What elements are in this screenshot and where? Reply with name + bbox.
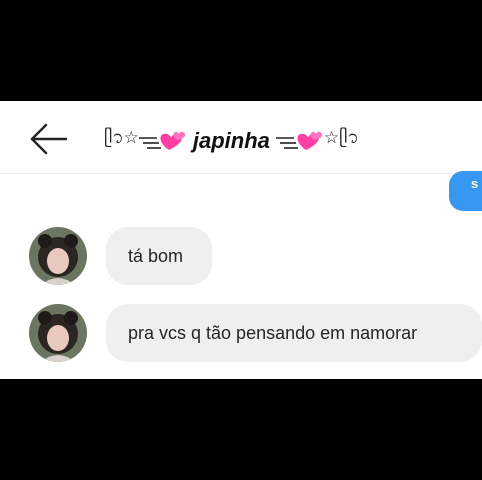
message-bubble[interactable]: pra vcs q tão pensando em namorar	[106, 304, 482, 362]
arrow-left-icon	[30, 123, 68, 155]
chat-screen: ᥫ᭡☆ japinha ☆ᥫ᭡ s tá bom pra vcs q tão p…	[0, 101, 482, 379]
title-deco-left: ᥫ᭡☆	[104, 128, 139, 148]
message-text: pra vcs q tão pensando em namorar	[128, 322, 418, 343]
back-button[interactable]	[26, 119, 70, 159]
flying-hearts-icon	[138, 131, 186, 150]
screen-root: { "header": { "title_name": "japinha", "…	[0, 0, 482, 480]
avatar[interactable]	[29, 304, 87, 362]
flying-hearts-icon	[275, 131, 323, 150]
chat-title[interactable]: ᥫ᭡☆ japinha ☆ᥫ᭡	[104, 123, 359, 159]
message-bubble[interactable]: tá bom	[106, 227, 212, 285]
contact-name: japinha	[192, 128, 270, 153]
message-text: tá bom	[128, 245, 184, 266]
avatar[interactable]	[29, 227, 87, 285]
header-divider	[0, 173, 482, 174]
profile-photo	[29, 304, 87, 362]
chat-header: ᥫ᭡☆ japinha ☆ᥫ᭡	[0, 101, 482, 173]
profile-photo	[29, 227, 87, 285]
sent-message-text: s	[471, 176, 479, 191]
sent-message-bubble[interactable]: s	[449, 171, 482, 211]
title-deco-right: ☆ᥫ᭡	[323, 128, 359, 148]
